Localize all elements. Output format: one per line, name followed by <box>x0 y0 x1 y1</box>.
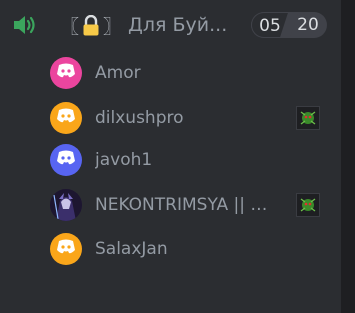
channel-title: Для Буй... <box>128 14 228 36</box>
avatar <box>50 102 82 134</box>
discord-logo-icon <box>56 239 76 259</box>
voice-channel-panel: 〖 〗 Для Буй... 05 20 Amor dilxushpro jav… <box>0 0 341 313</box>
scrollbar-track[interactable] <box>341 0 355 313</box>
voice-user-amor[interactable]: Amor <box>50 55 320 91</box>
user-limit-value: 20 <box>297 15 319 35</box>
avatar <box>50 57 82 89</box>
voice-user-salaxjan[interactable]: SalaxJan <box>50 231 320 267</box>
avatar <box>50 144 82 176</box>
activity-icon <box>296 106 320 130</box>
voice-user-nekontrimsya[interactable]: NEKONTRIMSYA || Q... <box>50 187 320 223</box>
voice-user-dilxushpro[interactable]: dilxushpro <box>50 100 320 136</box>
username: NEKONTRIMSYA || Q... <box>95 195 277 215</box>
voice-channel-row[interactable]: 〖 〗 Для Буй... 05 20 <box>8 8 330 42</box>
channel-name: 〖 〗 Для Буй... <box>60 12 256 39</box>
speaker-icon <box>10 10 40 40</box>
username: javoh1 <box>95 150 153 170</box>
discord-logo-icon <box>56 150 76 170</box>
avatar <box>50 233 82 265</box>
username: Amor <box>95 63 141 83</box>
anime-avatar-icon <box>50 189 82 221</box>
bracket-open: 〖 <box>60 15 80 38</box>
discord-logo-icon <box>56 108 76 128</box>
username: SalaxJan <box>95 239 168 259</box>
user-limit: 20 <box>289 12 327 38</box>
username: dilxushpro <box>95 108 184 128</box>
discord-logo-icon <box>56 63 76 83</box>
voice-user-javoh1[interactable]: javoh1 <box>50 142 320 178</box>
lock-icon <box>82 14 100 37</box>
user-limit-badge: 05 20 <box>251 12 327 38</box>
bracket-close: 〗 <box>103 15 123 38</box>
activity-icon <box>296 193 320 217</box>
